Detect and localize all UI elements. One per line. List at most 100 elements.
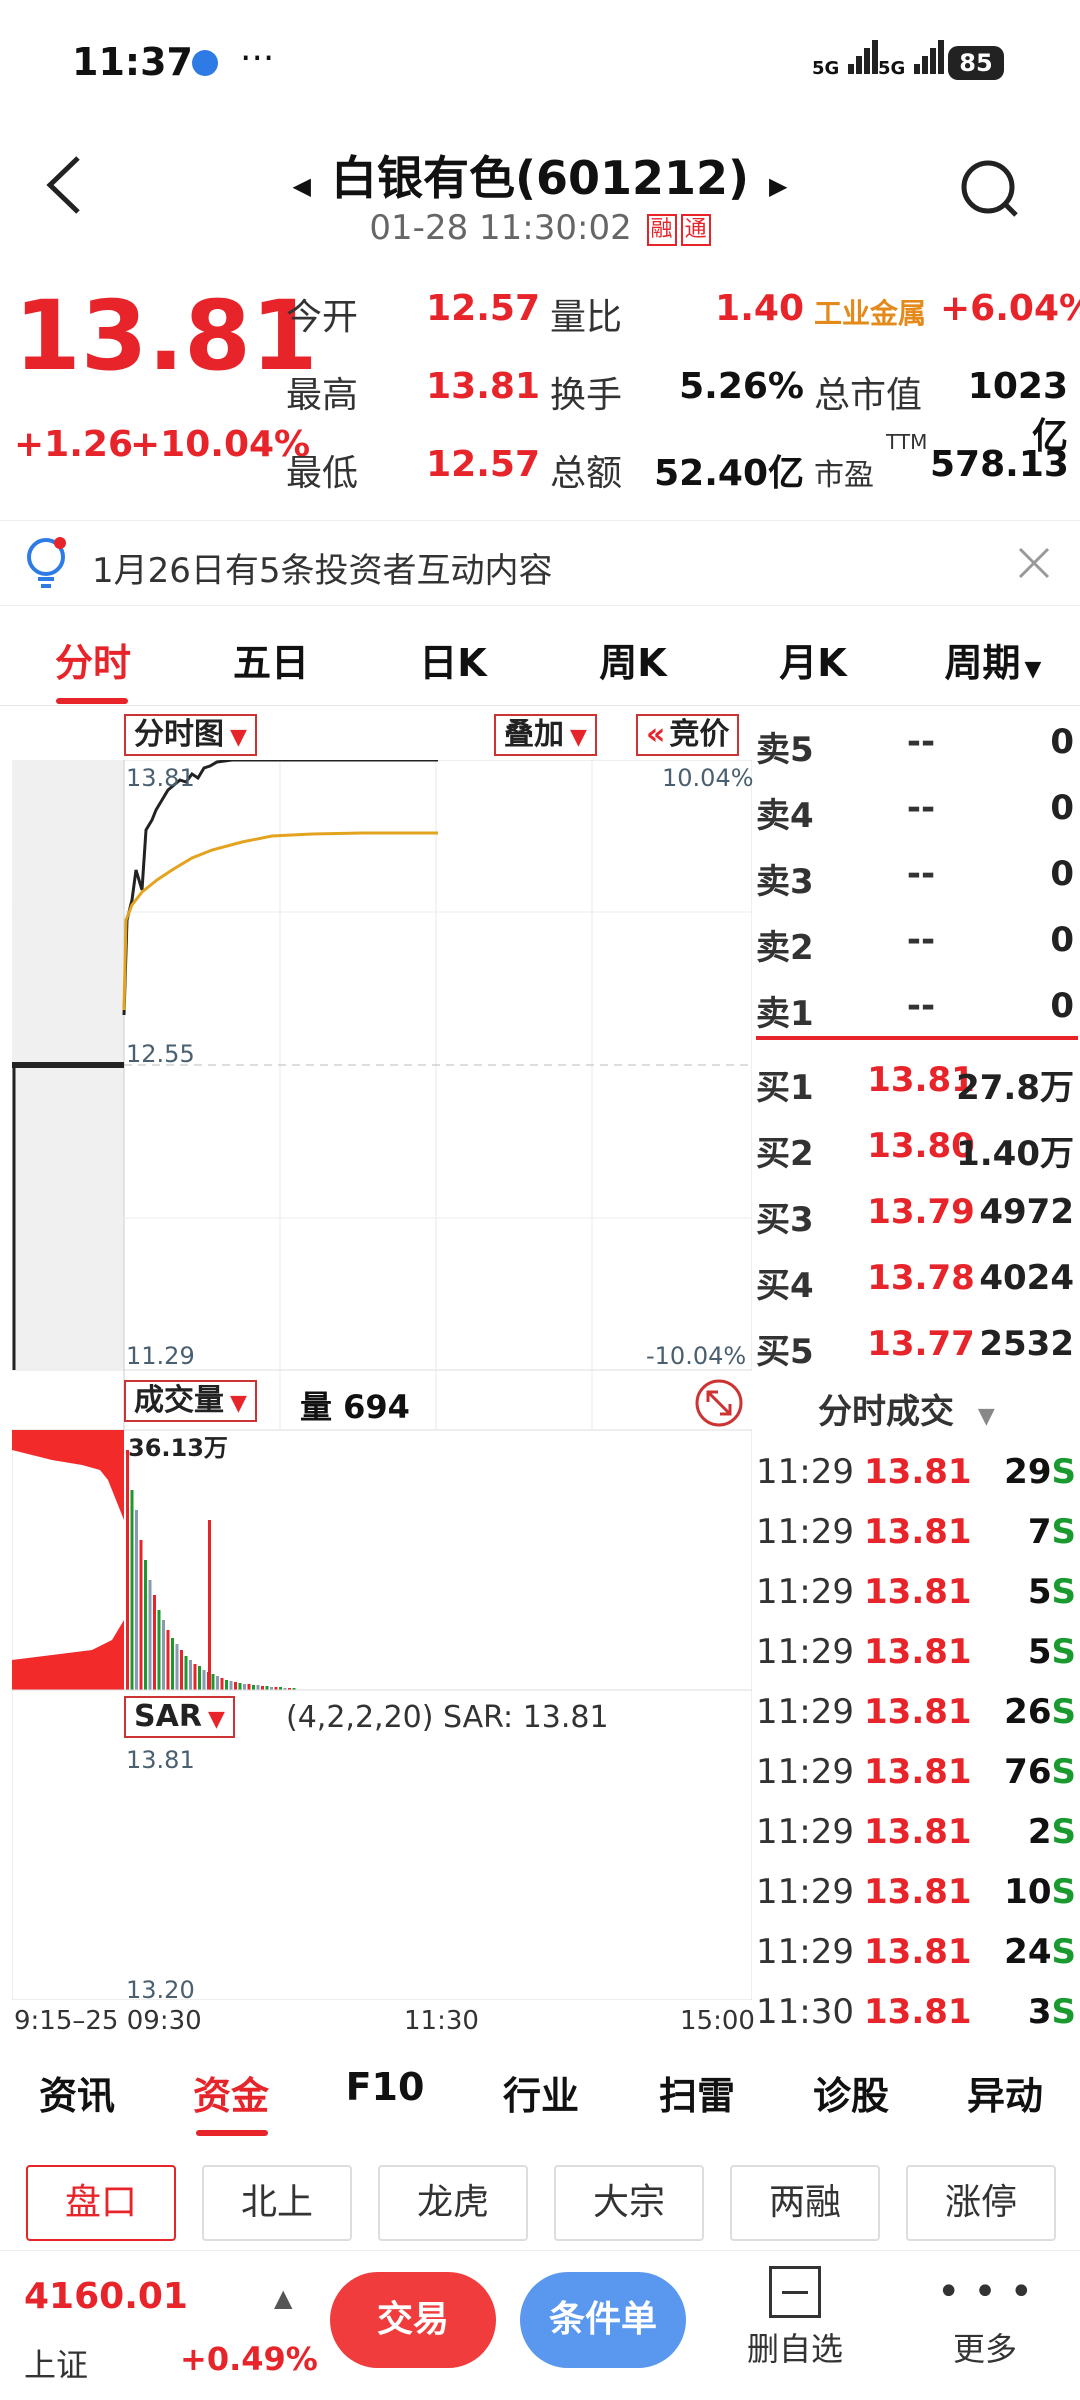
info-tab[interactable]: 资讯 bbox=[2, 2065, 152, 2120]
trade-price: 13.81 bbox=[864, 1692, 972, 1732]
detail-chip[interactable]: 大宗 bbox=[554, 2165, 704, 2241]
book-level-name: 买4 bbox=[756, 1266, 814, 1306]
caret-down-icon: ▼ bbox=[977, 1404, 995, 1429]
intraday-chart[interactable] bbox=[12, 760, 752, 2000]
trade-volume-number: 29 bbox=[1004, 1452, 1052, 1492]
info-tab[interactable]: 行业 bbox=[466, 2065, 616, 2120]
trade-row[interactable]: 11:29 13.81 24S bbox=[756, 1922, 1078, 1982]
close-icon[interactable] bbox=[1014, 543, 1054, 587]
volume-bar bbox=[153, 1595, 156, 1690]
more-button[interactable]: • • • 更多 bbox=[930, 2266, 1040, 2386]
price-top-label: 13.81 bbox=[126, 764, 195, 792]
trade-volume-number: 24 bbox=[1004, 1932, 1052, 1972]
overlay-dropdown[interactable]: 叠加 ▼ bbox=[494, 714, 597, 756]
trade-volume-number: 5 bbox=[1027, 1632, 1052, 1672]
trade-side: S bbox=[1051, 1812, 1077, 1852]
trade-side: S bbox=[1051, 1752, 1077, 1792]
trade-time: 11:29 bbox=[756, 1932, 854, 1972]
sell-row[interactable]: 卖1 -- 0 bbox=[756, 972, 1076, 1038]
info-tab[interactable]: 异动 bbox=[930, 2065, 1080, 2120]
sell-row[interactable]: 卖3 -- 0 bbox=[756, 840, 1076, 906]
volume-bar bbox=[243, 1684, 246, 1690]
tab-monthly-k[interactable]: 月K bbox=[738, 632, 888, 687]
low-label: 最低 bbox=[286, 453, 359, 494]
index-name: 上证 bbox=[24, 2346, 89, 2384]
volume-bar bbox=[238, 1683, 242, 1690]
info-tab[interactable]: 扫雷 bbox=[622, 2065, 772, 2120]
trade-volume-number: 26 bbox=[1004, 1692, 1052, 1732]
volume-bar bbox=[139, 1540, 143, 1690]
book-level-name: 卖3 bbox=[756, 862, 814, 902]
conditional-order-button[interactable]: 条件单 bbox=[520, 2272, 686, 2368]
trade-row[interactable]: 11:29 13.81 5S bbox=[756, 1562, 1078, 1622]
x-mid-label: 11:30 bbox=[404, 2006, 479, 2036]
sell-row[interactable]: 卖4 -- 0 bbox=[756, 774, 1076, 840]
notice-bar[interactable]: 1月26日有5条投资者互动内容 bbox=[0, 520, 1080, 606]
remove-watchlist-button[interactable]: 删自选 bbox=[740, 2266, 850, 2386]
volume-dropdown[interactable]: 成交量 ▼ bbox=[124, 1380, 257, 1422]
trade-row[interactable]: 11:29 13.81 10S bbox=[756, 1862, 1078, 1922]
tab-intraday[interactable]: 分时 bbox=[18, 632, 168, 687]
book-volume: 4972 bbox=[979, 1192, 1074, 1232]
last-price: 13.81 bbox=[14, 280, 318, 392]
volume-bar bbox=[171, 1638, 174, 1690]
buy-row[interactable]: 买2 13.80 1.40万 bbox=[756, 1112, 1076, 1178]
info-tab[interactable]: 诊股 bbox=[776, 2065, 926, 2120]
trade-row[interactable]: 11:29 13.81 26S bbox=[756, 1682, 1078, 1742]
trade-volume-number: 10 bbox=[1004, 1872, 1052, 1912]
buy-row[interactable]: 买1 13.81 27.8万 bbox=[756, 1046, 1076, 1112]
volume-bar bbox=[211, 1674, 215, 1690]
trade-row[interactable]: 11:29 13.81 76S bbox=[756, 1742, 1078, 1802]
sector-label[interactable]: 工业金属 bbox=[814, 292, 926, 332]
more-label: 更多 bbox=[952, 2330, 1017, 2368]
search-icon[interactable] bbox=[958, 155, 1022, 225]
trade-row[interactable]: 11:29 13.81 7S bbox=[756, 1502, 1078, 1562]
volume-bar bbox=[225, 1680, 228, 1690]
tab-five-day[interactable]: 五日 bbox=[196, 632, 346, 687]
buy-row[interactable]: 买3 13.79 4972 bbox=[756, 1178, 1076, 1244]
trade-row[interactable]: 11:30 13.81 3S bbox=[756, 1982, 1078, 2042]
trade-time: 11:29 bbox=[756, 1572, 854, 1612]
detail-chip[interactable]: 涨停 bbox=[906, 2165, 1056, 2241]
tab-weekly-k[interactable]: 周K bbox=[558, 632, 708, 687]
sar-dropdown[interactable]: SAR ▼ bbox=[124, 1696, 235, 1738]
trade-side: S bbox=[1051, 1872, 1077, 1912]
minus-box-icon bbox=[769, 2266, 821, 2318]
info-tab[interactable]: 资金 bbox=[156, 2065, 306, 2120]
trade-volume: 3S bbox=[1028, 1992, 1076, 2032]
stock-name: 白银有色(601212) bbox=[330, 151, 750, 205]
prev-stock-icon[interactable]: ◀ bbox=[292, 172, 310, 200]
index-value[interactable]: 4160.01 bbox=[24, 2276, 188, 2317]
trade-volume-number: 76 bbox=[1004, 1752, 1052, 1792]
tab-period[interactable]: 周期 ▼ bbox=[918, 632, 1068, 687]
next-stock-icon[interactable]: ▶ bbox=[769, 172, 787, 200]
trade-row[interactable]: 11:29 13.81 2S bbox=[756, 1802, 1078, 1862]
detail-chip[interactable]: 北上 bbox=[202, 2165, 352, 2241]
status-bar: 11:37 ··· 5G 5G 85 bbox=[0, 0, 1080, 130]
turnover-value: 5.26% bbox=[679, 366, 804, 407]
volume-bar bbox=[180, 1650, 183, 1690]
trade-row[interactable]: 11:29 13.81 5S bbox=[756, 1622, 1078, 1682]
detail-chip[interactable]: 盘口 bbox=[26, 2165, 176, 2241]
detail-chip[interactable]: 龙虎 bbox=[378, 2165, 528, 2241]
detail-chip[interactable]: 两融 bbox=[730, 2165, 880, 2241]
tab-daily-k[interactable]: 日K bbox=[378, 632, 528, 687]
expand-icon[interactable] bbox=[694, 1378, 744, 1432]
trade-time: 11:29 bbox=[756, 1512, 854, 1552]
sell-row[interactable]: 卖5 -- 0 bbox=[756, 708, 1076, 774]
trade-button[interactable]: 交易 bbox=[330, 2272, 496, 2368]
trade-volume-number: 2 bbox=[1027, 1812, 1052, 1852]
trades-title[interactable]: 分时成交 ▼ bbox=[818, 1384, 995, 1433]
info-tab[interactable]: F10 bbox=[310, 2065, 460, 2109]
buy-row[interactable]: 买5 13.77 2532 bbox=[756, 1310, 1076, 1376]
volume-bar bbox=[157, 1610, 161, 1690]
chart-mode-dropdown[interactable]: 分时图 ▼ bbox=[124, 714, 257, 756]
trade-price: 13.81 bbox=[864, 1812, 972, 1852]
buy-row[interactable]: 买4 13.78 4024 bbox=[756, 1244, 1076, 1310]
trade-side: S bbox=[1051, 1932, 1077, 1972]
trade-row[interactable]: 11:29 13.81 29S bbox=[756, 1442, 1078, 1502]
trade-side: S bbox=[1051, 1692, 1077, 1732]
stock-title[interactable]: ◀ 白银有色(601212) ▶ bbox=[0, 142, 1080, 208]
sell-row[interactable]: 卖2 -- 0 bbox=[756, 906, 1076, 972]
bid-button[interactable]: «竞价 bbox=[636, 714, 740, 756]
